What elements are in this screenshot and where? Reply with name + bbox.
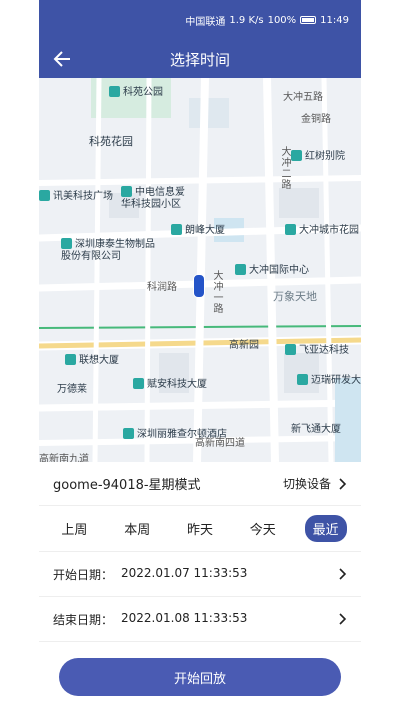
status-bar: 中国联通 1.9 K/s 100% 11:49 xyxy=(39,0,361,40)
switch-device-button[interactable]: 切换设备 xyxy=(283,475,347,492)
building-icon xyxy=(297,374,308,385)
start-date-row[interactable]: 开始日期： 2022.01.07 11:33:53 xyxy=(39,552,361,597)
map-view[interactable]: 科苑公园 科苑花园 讯美科技广场 中电信息爱华科技园小区 深圳康泰生物制品股份有… xyxy=(39,78,361,462)
app-frame: 中国联通 1.9 K/s 100% 11:49 选择时间 科苑公园 科苑花园 讯… xyxy=(39,0,361,711)
road-label: 科润路 xyxy=(147,282,177,293)
poi-label[interactable]: 红树别院 xyxy=(291,150,345,163)
road-label: 金铜路 xyxy=(301,114,331,125)
poi-park-icon xyxy=(109,86,120,97)
end-date-row[interactable]: 结束日期： 2022.01.08 11:33:53 xyxy=(39,597,361,642)
road-label: 高新南九道 xyxy=(39,454,89,462)
poi-label[interactable]: 科苑花园 xyxy=(89,136,133,148)
poi-label[interactable]: 高新园 xyxy=(229,340,259,352)
poi-label[interactable]: 赋安科技大厦 xyxy=(133,378,207,391)
carrier-label: 中国联通 xyxy=(185,16,226,28)
battery-label: 100% xyxy=(267,14,297,26)
poi-label[interactable]: 万德莱 xyxy=(57,384,87,396)
building-icon xyxy=(235,264,246,275)
map-background xyxy=(39,78,361,462)
vehicle-marker-icon[interactable] xyxy=(193,274,205,298)
building-icon xyxy=(121,186,132,197)
net-speed: 1.9 K/s xyxy=(229,14,264,26)
battery-icon xyxy=(300,16,317,24)
tab-last-week[interactable]: 上周 xyxy=(53,515,95,542)
page-title: 选择时间 xyxy=(169,50,230,69)
poi-label[interactable]: 新飞通大厦 xyxy=(291,424,341,436)
tab-yesterday[interactable]: 昨天 xyxy=(179,515,221,542)
poi-label[interactable]: 大冲城市花园 xyxy=(285,224,359,237)
poi-label[interactable]: 中电信息爱华科技园小区 xyxy=(121,186,193,211)
switch-device-label: 切换设备 xyxy=(282,477,331,491)
building-icon xyxy=(39,190,50,201)
poi-label[interactable]: 迈瑞研发大楼 xyxy=(297,374,361,387)
road-label: 大冲二路 xyxy=(279,146,290,190)
start-playback-button[interactable]: 开始回放 xyxy=(59,658,341,696)
building-icon xyxy=(65,354,76,365)
date-range-tabs: 上周 本周 昨天 今天 最近 xyxy=(39,506,361,552)
tab-recent[interactable]: 最近 xyxy=(304,515,347,542)
start-date-label: 开始日期： xyxy=(53,567,114,582)
chevron-right-icon xyxy=(339,613,347,625)
end-date-label: 结束日期： xyxy=(53,612,114,627)
poi-label[interactable]: 大冲国际中心 xyxy=(235,264,309,277)
building-icon xyxy=(285,224,296,235)
poi-label[interactable]: 联想大厦 xyxy=(65,354,119,367)
building-icon xyxy=(285,344,296,355)
poi-label[interactable]: 朗峰大厦 xyxy=(171,224,225,237)
end-date-value: 2022.01.08 11:33:53 xyxy=(121,610,248,625)
building-icon xyxy=(171,224,182,235)
hotel-icon xyxy=(123,428,134,439)
chevron-right-icon xyxy=(339,477,347,490)
chevron-right-icon xyxy=(339,568,347,580)
clock: 11:49 xyxy=(320,14,349,26)
road-label: 高新南四道 xyxy=(195,438,245,449)
device-row: goome-94018-星期模式 切换设备 xyxy=(39,462,361,506)
start-date-value: 2022.01.07 11:33:53 xyxy=(121,565,248,580)
left-margin xyxy=(0,0,39,711)
road-label: 大冲一路 xyxy=(211,270,222,314)
app-header: 选择时间 xyxy=(39,40,361,78)
tab-this-week[interactable]: 本周 xyxy=(116,515,158,542)
building-icon xyxy=(61,238,72,249)
poi-label[interactable]: 讯美科技广场 xyxy=(39,190,113,203)
poi-label[interactable]: 飞亚达科技 xyxy=(285,344,349,357)
building-icon xyxy=(291,150,302,161)
back-arrow-icon[interactable] xyxy=(51,48,73,70)
right-margin xyxy=(361,0,400,711)
device-name: goome-94018-星期模式 xyxy=(53,478,201,493)
area-label: 万象天地 xyxy=(273,290,317,303)
tab-today[interactable]: 今天 xyxy=(242,515,284,542)
building-icon xyxy=(133,378,144,389)
poi-label[interactable]: 科苑公园 xyxy=(109,86,163,99)
road-label: 大冲五路 xyxy=(283,92,323,103)
poi-label[interactable]: 深圳康泰生物制品股份有限公司 xyxy=(61,238,161,263)
